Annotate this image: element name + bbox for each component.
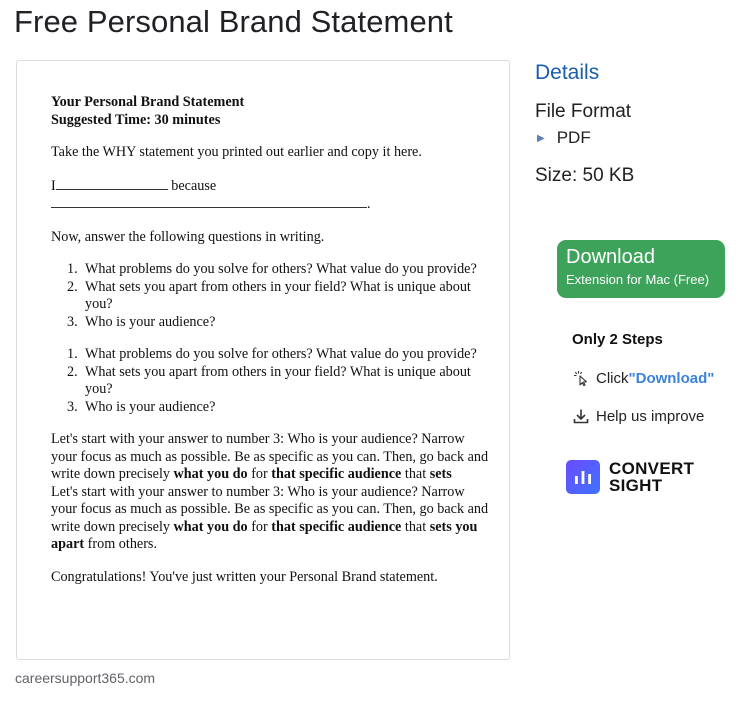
- download-arrow-icon: [572, 407, 590, 425]
- file-format-value[interactable]: ▶ PDF: [537, 128, 591, 148]
- doc-paragraph-2: Let's start with your answer to number 3…: [51, 483, 489, 553]
- list-item: 3. Who is your audience?: [67, 398, 216, 415]
- fill-blank-long: [51, 195, 367, 208]
- doc-fill-line: I because: [51, 177, 217, 194]
- file-size: Size: 50 KB: [535, 165, 635, 186]
- question-list-b: 1. What problems do you solve for others?…: [51, 346, 491, 416]
- doc-paragraph-1: Let's start with your answer to number 3…: [51, 431, 489, 482]
- triangle-right-icon: ▶: [537, 132, 545, 144]
- download-button[interactable]: Download Extension for Mac (Free): [557, 240, 725, 298]
- step-help-improve: Help us improve: [572, 407, 704, 425]
- download-button-subtitle: Extension for Mac (Free): [566, 272, 710, 287]
- doc-fill-line-2: .: [51, 195, 491, 214]
- step-download-link[interactable]: "Download": [629, 370, 715, 387]
- file-format-label: File Format: [535, 101, 632, 122]
- doc-subheading: Suggested Time: 30 minutes: [51, 111, 221, 128]
- list-item: 3. Who is your audience?: [67, 313, 216, 330]
- details-link[interactable]: Details: [535, 61, 599, 85]
- list-item: 1. What problems do you solve for others?…: [67, 261, 477, 277]
- source-domain[interactable]: careersupport365.com: [15, 670, 155, 686]
- fill-blank: [55, 177, 168, 190]
- page-title: Free Personal Brand Statement: [14, 4, 453, 39]
- list-item: 2. What sets you apart from others in you…: [67, 278, 471, 313]
- list-item: 2. What sets you apart from others in you…: [67, 363, 471, 398]
- question-list-a: 1. What problems do you solve for others?…: [51, 261, 491, 331]
- download-button-title: Download: [566, 246, 655, 268]
- doc-intro: Take the WHY statement you printed out e…: [51, 144, 422, 160]
- document-preview[interactable]: Your Personal Brand Statement Suggested …: [16, 60, 510, 660]
- list-item: 1. What problems do you solve for others?…: [67, 346, 477, 362]
- bar-chart-logo-icon: [566, 460, 600, 494]
- brand-name: CONVERT SIGHT: [609, 459, 695, 495]
- doc-heading: Your Personal Brand Statement: [51, 94, 245, 110]
- steps-title: Only 2 Steps: [572, 331, 663, 348]
- step-click-download: Click "Download": [572, 369, 714, 387]
- doc-questions-intro: Now, answer the following questions in w…: [51, 228, 325, 245]
- cursor-click-icon: [572, 369, 590, 387]
- document-body: Your Personal Brand Statement Suggested …: [51, 94, 491, 586]
- doc-closing: Congratulations! You've just written you…: [51, 568, 438, 585]
- convertsight-brand: CONVERT SIGHT: [566, 460, 694, 494]
